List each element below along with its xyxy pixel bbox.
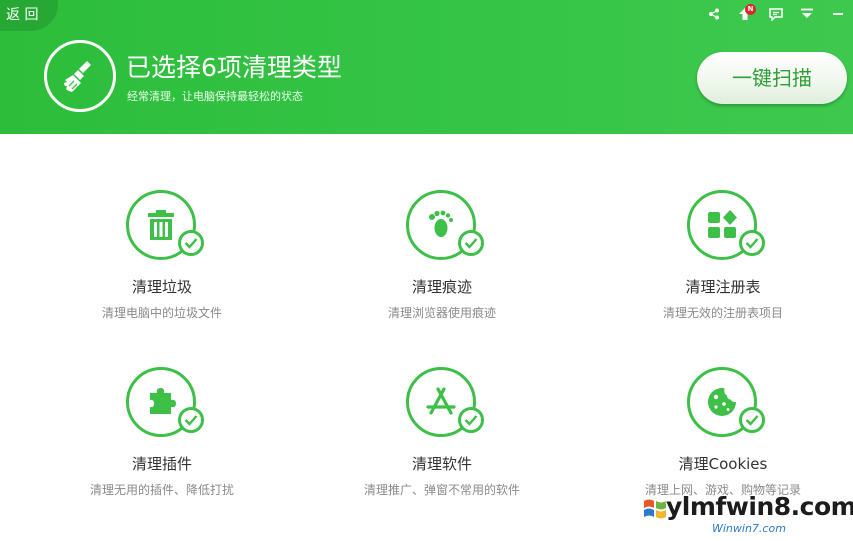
card-description: 清理浏览器使用痕迹 [387, 306, 496, 320]
card-clean-registry[interactable]: 清理注册表 清理无效的注册表项目 [583, 190, 853, 325]
watermark-text: ylmfwin8.com [666, 492, 853, 521]
windows-logo-icon [644, 499, 666, 519]
card-clean-software[interactable]: 清理软件 清理推广、弹窗不常用的软件 [302, 367, 582, 502]
share-icon[interactable] [698, 0, 729, 28]
checked-icon[interactable] [458, 407, 484, 433]
site-watermark: ylmfwin8.com Winwin7.com [640, 490, 853, 541]
card-description: 清理无用的插件、降低打扰 [89, 483, 234, 497]
checked-icon[interactable] [458, 230, 484, 256]
card-title: 清理痕迹 [411, 278, 472, 296]
feedback-icon[interactable] [760, 0, 791, 28]
broom-icon [44, 40, 116, 112]
new-badge: N [745, 4, 756, 15]
header-banner: 返 回 N 已选择6项清理类型 经常清理，让电脑保持最轻松的状态 一键扫描 [0, 0, 853, 134]
card-description: 清理无效的注册表项目 [662, 306, 783, 320]
card-title: 清理插件 [131, 455, 192, 473]
minimize-icon[interactable] [822, 0, 853, 28]
checked-icon[interactable] [739, 230, 765, 256]
card-title: 清理垃圾 [131, 278, 192, 296]
checked-icon[interactable] [178, 230, 204, 256]
card-clean-plugins[interactable]: 清理插件 清理无用的插件、降低打扰 [22, 367, 302, 502]
card-title: 清理Cookies [678, 455, 768, 473]
back-button[interactable]: 返 回 [0, 0, 58, 31]
card-clean-traces[interactable]: 清理痕迹 清理浏览器使用痕迹 [302, 190, 582, 325]
upgrade-icon[interactable]: N [729, 0, 760, 28]
page-subtitle: 经常清理，让电脑保持最轻松的状态 [127, 90, 303, 103]
card-clean-cookies[interactable]: 清理Cookies 清理上网、游戏、购物等记录 [583, 367, 853, 502]
title-bar-controls: N [698, 0, 853, 28]
checked-icon[interactable] [178, 407, 204, 433]
card-description: 清理推广、弹窗不常用的软件 [363, 483, 520, 497]
page-title: 已选择6项清理类型 [126, 53, 342, 82]
card-description: 清理电脑中的垃圾文件 [101, 306, 222, 320]
card-title: 清理注册表 [685, 278, 761, 296]
menu-dropdown-icon[interactable] [791, 0, 822, 28]
watermark-subtext: Winwin7.com [712, 522, 786, 535]
card-clean-junk[interactable]: 清理垃圾 清理电脑中的垃圾文件 [22, 190, 302, 325]
one-click-scan-button[interactable]: 一键扫描 [697, 52, 847, 104]
card-title: 清理软件 [411, 455, 472, 473]
checked-icon[interactable] [739, 407, 765, 433]
